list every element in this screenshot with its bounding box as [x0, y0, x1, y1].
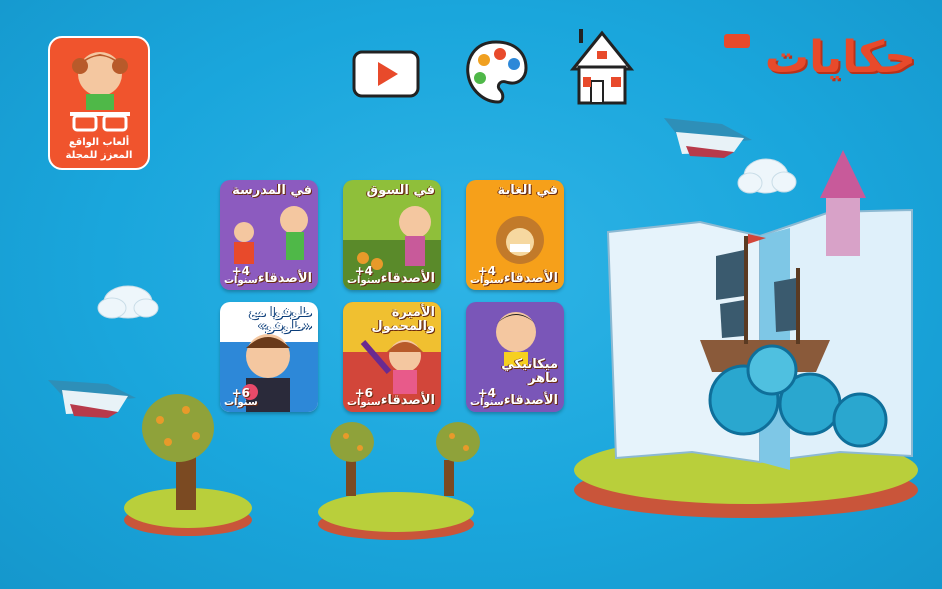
story-series: الأصدقاء	[257, 271, 312, 286]
cloud-left	[97, 285, 159, 319]
logo-text: حكايات	[764, 32, 918, 83]
story-title: طوفوا مع «طوفو»	[249, 305, 312, 334]
ar-card-label: ألعاب الواقع المعزز للمجلة	[50, 136, 148, 162]
cloud-right	[737, 158, 797, 194]
age-badge: +6 سنوات	[224, 386, 258, 408]
girl-with-glasses-icon	[70, 52, 130, 132]
story-grid: في الغابة الأصدقاء +4 سنوات في السوق الأص…	[220, 180, 566, 412]
video-button[interactable]	[350, 38, 422, 110]
age-badge: +6 سنوات	[347, 386, 381, 408]
story-title: في المدرسة	[232, 183, 312, 198]
ar-label-line1: ألعاب الواقع	[68, 137, 130, 148]
story-card[interactable]: في السوق الأصدقاء +4 سنوات	[343, 180, 441, 290]
story-title: الأميرة والمحمول	[371, 305, 435, 334]
story-series: الأصدقاء	[380, 393, 435, 408]
story-title: في السوق	[366, 183, 435, 198]
age-badge: +4 سنوات	[224, 264, 258, 286]
island-middle	[318, 422, 480, 540]
palette-icon	[466, 40, 528, 104]
logo-badge	[724, 34, 750, 48]
age-badge: +4 سنوات	[470, 386, 504, 408]
age-badge: +4 سنوات	[347, 264, 381, 286]
story-card[interactable]: الأميرة والمحمول الأصدقاء +6 سنوات	[343, 302, 441, 412]
story-card[interactable]: في الغابة الأصدقاء +4 سنوات	[466, 180, 564, 290]
home-button[interactable]	[566, 29, 638, 105]
story-series: الأصدقاء	[503, 393, 558, 408]
house-icon	[569, 29, 635, 105]
island-right	[574, 150, 918, 518]
story-card[interactable]: في المدرسة الأصدقاء +4 سنوات	[220, 180, 318, 290]
story-title: في الغابة	[497, 183, 558, 198]
ar-games-card[interactable]: ألعاب الواقع المعزز للمجلة	[48, 36, 150, 170]
flying-book-left	[48, 380, 136, 418]
story-card[interactable]: طوفوا مع «طوفو» +6 سنوات	[220, 302, 318, 412]
ar-label-line2: المعزز للمجلة	[65, 150, 133, 161]
flying-book-right	[664, 118, 752, 158]
story-series: الأصدقاء	[503, 271, 558, 286]
app-logo: حكايات	[720, 30, 918, 90]
story-card[interactable]: ميكانيكي ماهر الأصدقاء +4 سنوات	[466, 302, 564, 412]
story-title: ميكانيكي ماهر	[501, 357, 558, 386]
island-left	[124, 394, 252, 536]
coloring-button[interactable]	[460, 36, 532, 108]
story-series: الأصدقاء	[380, 271, 435, 286]
play-icon	[352, 50, 420, 98]
age-badge: +4 سنوات	[470, 264, 504, 286]
